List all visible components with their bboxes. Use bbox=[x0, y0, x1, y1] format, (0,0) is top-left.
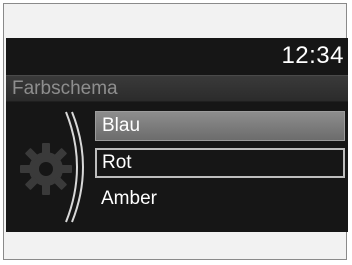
header-bar: Farbschema bbox=[6, 75, 348, 102]
menu-item-label: Blau bbox=[102, 115, 141, 136]
menu-item-rot[interactable]: Rot bbox=[95, 148, 345, 178]
color-scheme-menu: Blau Rot Amber bbox=[95, 111, 345, 222]
menu-item-label: Rot bbox=[102, 152, 132, 173]
menu-item-label: Amber bbox=[101, 188, 157, 209]
page-title: Farbschema bbox=[12, 78, 118, 99]
menu-item-blau[interactable]: Blau bbox=[95, 111, 345, 141]
clock: 12:34 bbox=[281, 42, 344, 69]
menu-item-amber[interactable]: Amber bbox=[95, 185, 345, 215]
selector-arc bbox=[65, 111, 84, 223]
display-screen: 12:34 Farbschema Blau Rot Amber bbox=[6, 38, 348, 232]
